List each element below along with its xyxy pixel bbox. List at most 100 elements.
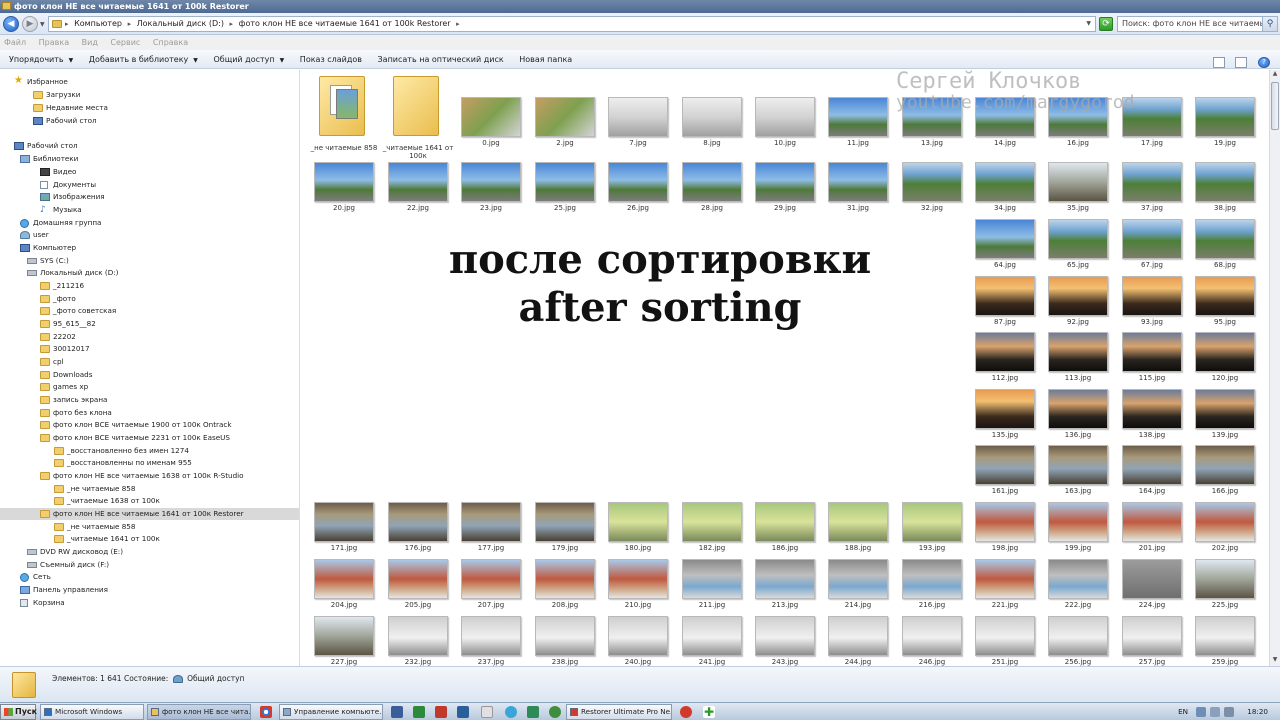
tree-item[interactable]: ★ Избранное: [14, 76, 68, 88]
folder-item[interactable]: _читаемые 1641 от 100к: [381, 74, 455, 160]
file-item[interactable]: 232.jpg: [387, 616, 449, 666]
app-icon[interactable]: [505, 706, 517, 718]
file-item[interactable]: 34.jpg: [974, 162, 1036, 220]
app-icon[interactable]: [481, 706, 493, 718]
tree-item[interactable]: _восстановленно без имен 1274: [54, 445, 189, 457]
scroll-down-icon[interactable]: ▼: [1270, 656, 1280, 666]
file-item[interactable]: 241.jpg: [681, 616, 743, 666]
app-icon[interactable]: [680, 706, 692, 718]
file-item[interactable]: 65.jpg: [1047, 219, 1109, 277]
file-item[interactable]: 7.jpg: [607, 97, 669, 155]
tree-item[interactable]: Рабочий стол: [33, 115, 97, 127]
file-item[interactable]: 180.jpg: [607, 502, 669, 560]
file-item[interactable]: 198.jpg: [974, 502, 1036, 560]
file-item[interactable]: 115.jpg: [1121, 332, 1183, 390]
file-item[interactable]: 238.jpg: [534, 616, 596, 666]
tree-item[interactable]: фото клон НЕ все читаемые 1641 от 100к R…: [0, 508, 299, 520]
tree-item[interactable]: Недавние места: [33, 102, 108, 114]
tree-item[interactable]: Домашняя группа: [20, 217, 101, 229]
burn-button[interactable]: Записать на оптический диск: [378, 50, 504, 69]
file-item[interactable]: 164.jpg: [1121, 445, 1183, 503]
app-icon[interactable]: [413, 706, 425, 718]
new-folder-button[interactable]: Новая папка: [519, 50, 572, 69]
file-item[interactable]: 87.jpg: [974, 276, 1036, 334]
vertical-scrollbar[interactable]: ▲ ▼: [1269, 70, 1280, 666]
file-item[interactable]: 216.jpg: [901, 559, 963, 617]
breadcrumb-computer[interactable]: Компьютер: [74, 19, 122, 28]
change-view-icon[interactable]: [1212, 57, 1225, 68]
plus-icon[interactable]: ✚: [703, 706, 715, 718]
help-icon[interactable]: ?: [1258, 57, 1270, 68]
task-microsoft-windows[interactable]: Microsoft Windows: [40, 704, 144, 720]
file-item[interactable]: 186.jpg: [754, 502, 816, 560]
file-item[interactable]: 113.jpg: [1047, 332, 1109, 390]
tree-item[interactable]: Видео: [40, 166, 76, 178]
file-item[interactable]: 213.jpg: [754, 559, 816, 617]
history-dropdown-icon[interactable]: ▼: [40, 21, 45, 28]
tree-item[interactable]: _не читаемые 858: [54, 483, 135, 495]
start-button[interactable]: Пуск: [0, 704, 37, 720]
file-item[interactable]: 32.jpg: [901, 162, 963, 220]
file-item[interactable]: 177.jpg: [460, 502, 522, 560]
file-item[interactable]: 136.jpg: [1047, 389, 1109, 447]
file-item[interactable]: 221.jpg: [974, 559, 1036, 617]
file-item[interactable]: 68.jpg: [1194, 219, 1256, 277]
folder-item[interactable]: _не читаемые 858: [307, 74, 381, 154]
breadcrumb-current-folder[interactable]: фото клон НЕ все читаемые 1641 от 100k R…: [239, 19, 451, 28]
tree-item[interactable]: _211216: [40, 280, 84, 292]
tree-item[interactable]: Изображения: [40, 191, 105, 203]
file-item[interactable]: 19.jpg: [1194, 97, 1256, 155]
file-item[interactable]: 237.jpg: [460, 616, 522, 666]
file-item[interactable]: 171.jpg: [313, 502, 375, 560]
tree-item[interactable]: _читаемые 1638 от 100к: [54, 495, 160, 507]
chevron-right-icon[interactable]: ▸: [65, 20, 69, 28]
tree-item[interactable]: _не читаемые 858: [54, 521, 135, 533]
file-item[interactable]: 202.jpg: [1194, 502, 1256, 560]
file-item[interactable]: 138.jpg: [1121, 389, 1183, 447]
file-item[interactable]: 38.jpg: [1194, 162, 1256, 220]
task-computer-management[interactable]: Управление компьюте...: [279, 704, 383, 720]
file-item[interactable]: 95.jpg: [1194, 276, 1256, 334]
file-item[interactable]: 8.jpg: [681, 97, 743, 155]
file-item[interactable]: 31.jpg: [827, 162, 889, 220]
file-item[interactable]: 256.jpg: [1047, 616, 1109, 666]
tree-item[interactable]: фото клон НЕ все читаемые 1638 от 100к R…: [40, 470, 244, 482]
tree-item[interactable]: _фото советская: [40, 305, 116, 317]
file-item[interactable]: 64.jpg: [974, 219, 1036, 277]
tree-item[interactable]: Компьютер: [20, 242, 76, 254]
menu-edit[interactable]: Правка: [39, 38, 69, 47]
file-item[interactable]: 161.jpg: [974, 445, 1036, 503]
file-item[interactable]: 243.jpg: [754, 616, 816, 666]
tree-item[interactable]: Съемный диск (F:): [27, 559, 109, 571]
scroll-thumb[interactable]: [1271, 82, 1279, 130]
file-item[interactable]: 251.jpg: [974, 616, 1036, 666]
slideshow-button[interactable]: Показ слайдов: [300, 50, 362, 69]
scroll-up-icon[interactable]: ▲: [1270, 70, 1280, 80]
save-icon[interactable]: [391, 706, 403, 718]
file-item[interactable]: 25.jpg: [534, 162, 596, 220]
app-icon[interactable]: [435, 706, 447, 718]
tree-item[interactable]: фото клон ВСЕ читаемые 2231 от 100к Ease…: [40, 432, 230, 444]
file-item[interactable]: 135.jpg: [974, 389, 1036, 447]
address-input[interactable]: ▸ Компьютер ▸ Локальный диск (D:) ▸ фото…: [48, 16, 1096, 32]
chevron-right-icon[interactable]: ▸: [230, 20, 234, 28]
file-item[interactable]: 176.jpg: [387, 502, 449, 560]
file-item[interactable]: 207.jpg: [460, 559, 522, 617]
tree-item[interactable]: 95_615__82: [40, 318, 96, 330]
tree-item[interactable]: cpl: [40, 356, 64, 368]
file-item[interactable]: 240.jpg: [607, 616, 669, 666]
file-item[interactable]: 67.jpg: [1121, 219, 1183, 277]
file-item[interactable]: 222.jpg: [1047, 559, 1109, 617]
file-item[interactable]: 0.jpg: [460, 97, 522, 155]
tree-item[interactable]: Библиотеки: [20, 153, 78, 165]
volume-icon[interactable]: [1224, 707, 1234, 717]
language-indicator[interactable]: EN: [1178, 704, 1188, 720]
file-item[interactable]: 166.jpg: [1194, 445, 1256, 503]
tree-item[interactable]: _восстановленны по именам 955: [54, 457, 192, 469]
chevron-right-icon[interactable]: ▸: [128, 20, 132, 28]
file-item[interactable]: 214.jpg: [827, 559, 889, 617]
file-item[interactable]: 20.jpg: [313, 162, 375, 220]
tree-item[interactable]: Панель управления: [20, 584, 108, 596]
back-button[interactable]: ◀: [3, 16, 19, 32]
file-item[interactable]: 227.jpg: [313, 616, 375, 666]
